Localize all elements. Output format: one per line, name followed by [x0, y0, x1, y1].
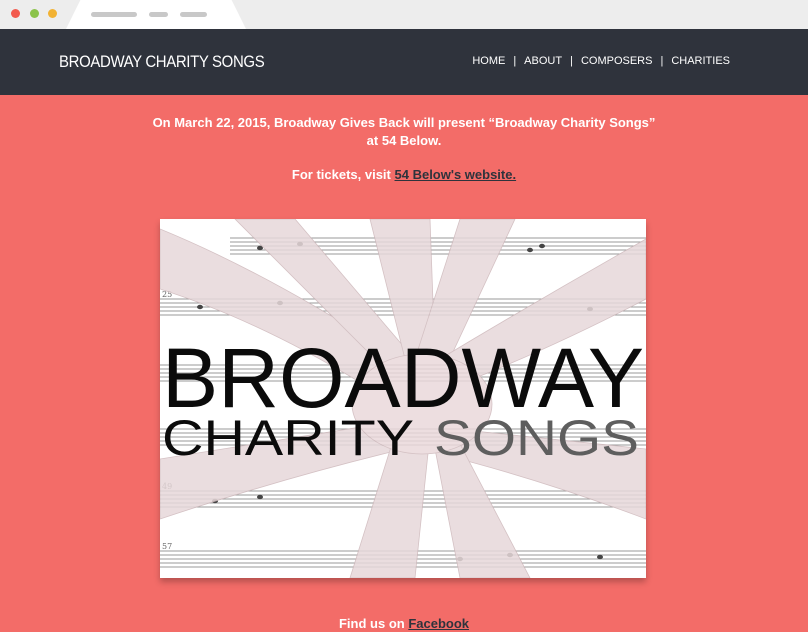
tab-placeholder-bar [91, 12, 137, 17]
browser-window: BROADWAY CHARITY SONGS HOME | ABOUT | CO… [0, 0, 808, 632]
site-header: BROADWAY CHARITY SONGS HOME | ABOUT | CO… [0, 29, 808, 95]
poster-title-charity: CHARITY [162, 410, 414, 466]
footer-prefix: Find us on [338, 616, 405, 631]
footer-social: Find us on Facebook [150, 616, 658, 631]
site-brand[interactable]: BROADWAY CHARITY SONGS [59, 52, 265, 72]
nav-composers[interactable]: COMPOSERS [581, 55, 653, 67]
facebook-link[interactable]: Facebook [408, 616, 469, 631]
nav-home[interactable]: HOME [472, 55, 505, 67]
maximize-window-button[interactable] [48, 9, 57, 18]
minimize-window-button[interactable] [30, 9, 39, 18]
browser-chrome [0, 0, 808, 30]
close-window-button[interactable] [11, 9, 20, 18]
event-announcement: On March 22, 2015, Broadway Gives Back w… [150, 114, 658, 150]
announcement-line: On March 22, 2015, Broadway Gives Back w… [152, 115, 656, 130]
main-content: On March 22, 2015, Broadway Gives Back w… [0, 95, 808, 632]
tickets-prefix: For tickets, visit [291, 167, 391, 182]
tickets-link[interactable]: 54 Below's website. [395, 167, 517, 182]
announcement-line: at 54 Below. [366, 133, 442, 148]
nav-separator: | [513, 55, 517, 67]
poster-title-songs: SONGS [434, 410, 639, 466]
nav-separator: | [570, 55, 573, 67]
nav-about[interactable]: ABOUT [524, 55, 562, 67]
tickets-text: For tickets, visit 54 Below's website. [150, 167, 658, 182]
main-nav: HOME | ABOUT | COMPOSERS | CHARITIES [472, 55, 730, 67]
tab-placeholder-bar [180, 12, 207, 17]
event-poster: 25 49 57 BROADWAY CHARITY SONGS [160, 219, 646, 578]
tab-placeholder-bar [149, 12, 168, 17]
nav-charities[interactable]: CHARITIES [671, 55, 730, 67]
measure-number: 57 [162, 542, 172, 551]
nav-separator: | [660, 55, 664, 67]
